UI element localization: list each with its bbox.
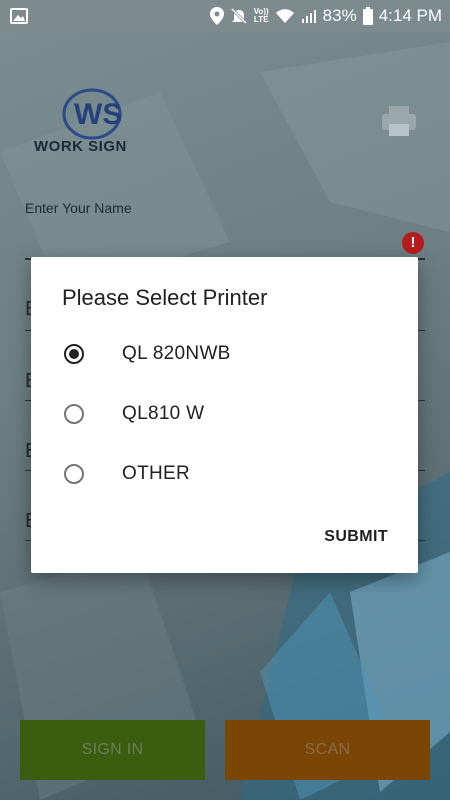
dialog-title: Please Select Printer bbox=[62, 285, 268, 310]
option-label: QL 820NWB bbox=[122, 343, 231, 364]
radio-unselected-icon[interactable] bbox=[64, 404, 84, 424]
radio-unselected-icon[interactable] bbox=[64, 464, 84, 484]
radio-selected-icon[interactable] bbox=[64, 344, 84, 364]
printer-option-ql820nwb[interactable]: QL 820NWB bbox=[31, 324, 418, 384]
option-label: QL810 W bbox=[122, 403, 205, 424]
printer-option-other[interactable]: OTHER bbox=[31, 444, 418, 504]
submit-button[interactable]: SUBMIT bbox=[324, 528, 388, 546]
option-label: OTHER bbox=[122, 463, 190, 484]
printer-option-ql810w[interactable]: QL810 W bbox=[31, 384, 418, 444]
select-printer-dialog: Please Select Printer QL 820NWB QL810 W … bbox=[31, 257, 418, 573]
dialog-scrim[interactable]: Please Select Printer QL 820NWB QL810 W … bbox=[0, 0, 450, 800]
